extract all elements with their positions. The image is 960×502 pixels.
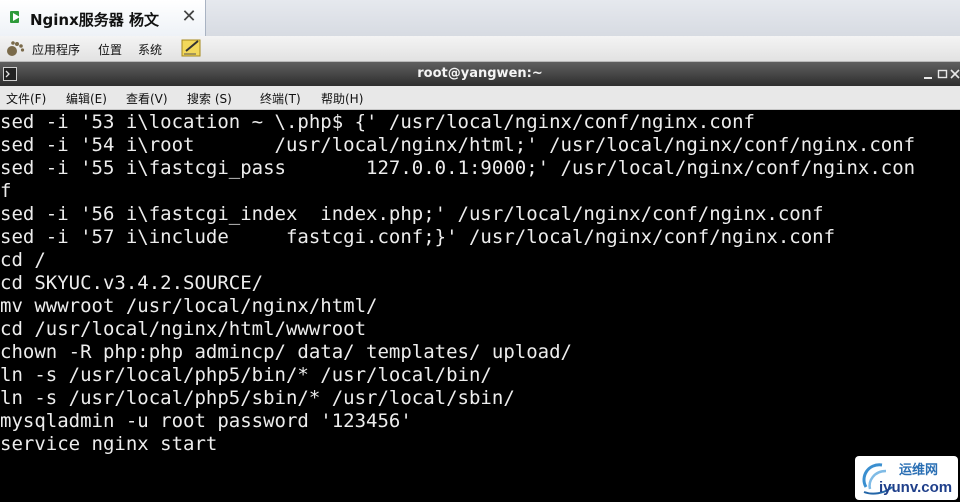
terminal-line: cd /usr/local/nginx/html/wwwroot	[0, 318, 367, 340]
terminal-line: f	[0, 180, 12, 202]
terminal-line: cd /	[0, 249, 46, 271]
text-editor-launcher-icon[interactable]	[181, 38, 203, 58]
close-window-icon[interactable]	[949, 67, 960, 81]
terminal-line: chown -R php:php admincp/ data/ template…	[0, 341, 572, 363]
terminal-line: mysqladmin -u root password '123456'	[0, 410, 412, 432]
menu-help[interactable]: 帮助(H)	[321, 90, 363, 107]
minimize-icon[interactable]	[922, 67, 936, 81]
terminal-line: ln -s /usr/local/php5/sbin/* /usr/local/…	[0, 387, 515, 409]
terminal-line: sed -i '53 i\location ~ \.php$ {' /usr/l…	[0, 111, 755, 133]
menu-view[interactable]: 查看(V)	[126, 90, 168, 107]
maximize-icon[interactable]	[936, 67, 950, 81]
terminal-line: sed -i '56 i\fastcgi_index index.php;' /…	[0, 203, 824, 225]
terminal-lines: sed -i '53 i\location ~ \.php$ {' /usr/l…	[0, 111, 915, 456]
menu-applications[interactable]: 应用程序	[32, 41, 80, 58]
close-tab-icon[interactable]: ✕	[180, 7, 198, 27]
terminal-line: sed -i '57 i\include fastcgi.conf;}' /us…	[0, 226, 836, 248]
terminal-titlebar[interactable]: root@yangwen:~	[0, 62, 960, 86]
vm-tab-strip: Nginx服务器 杨文 ✕	[0, 0, 960, 36]
watermark-site-name: 运维网	[899, 463, 939, 478]
terminal-line: service nginx start	[0, 433, 218, 455]
terminal-output[interactable]: sed -i '53 i\location ~ \.php$ {' /usr/l…	[0, 110, 960, 502]
gnome-foot-icon[interactable]	[5, 40, 25, 58]
menu-places[interactable]: 位置	[98, 41, 122, 58]
menu-file[interactable]: 文件(F)	[6, 90, 46, 107]
vm-tab-title: Nginx服务器 杨文	[30, 11, 160, 29]
terminal-line: sed -i '55 i\fastcgi_pass 127.0.0.1:9000…	[0, 157, 916, 179]
menu-terminal[interactable]: 终端(T)	[260, 90, 301, 107]
vm-tab[interactable]: Nginx服务器 杨文 ✕	[0, 0, 206, 36]
terminal-window-title: root@yangwen:~	[417, 66, 543, 81]
terminal-line: cd SKYUC.v3.4.2.SOURCE/	[0, 272, 264, 294]
menu-search[interactable]: 搜索 (S)	[187, 90, 232, 107]
site-watermark: 运维网 iyunv.com	[855, 456, 958, 500]
terminal-menubar: 文件(F) 编辑(E) 查看(V) 搜索 (S) 终端(T) 帮助(H)	[0, 86, 960, 110]
vm-power-icon	[10, 11, 20, 23]
watermark-url: iyunv.com	[879, 479, 953, 496]
terminal-line: mv wwwroot /usr/local/nginx/html/	[0, 295, 378, 317]
terminal-line: sed -i '54 i\root /usr/local/nginx/html;…	[0, 134, 916, 156]
gnome-panel: 应用程序 位置 系统	[0, 36, 960, 62]
menu-edit[interactable]: 编辑(E)	[66, 90, 107, 107]
menu-system[interactable]: 系统	[138, 41, 162, 58]
terminal-line: ln -s /usr/local/php5/bin/* /usr/local/b…	[0, 364, 492, 386]
